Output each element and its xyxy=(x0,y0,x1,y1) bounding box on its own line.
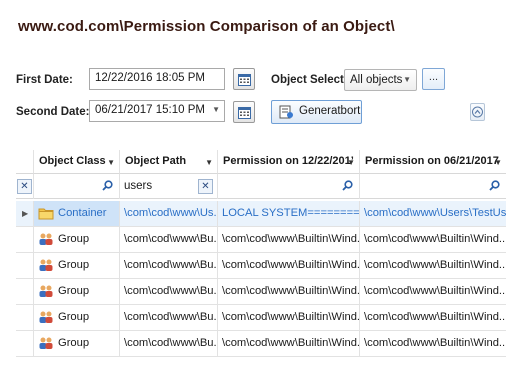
row-indicator xyxy=(16,279,34,304)
row-pointer-icon: ▶ xyxy=(22,209,29,218)
cell-permission-second[interactable]: \com\cod\www\Builtin\Wind... xyxy=(360,253,506,278)
clear-filter-button[interactable]: ✕ xyxy=(198,179,213,194)
cell-permission-second[interactable]: \com\cod\www\Builtin\Wind... xyxy=(360,227,506,252)
first-date-picker[interactable]: 12/22/2016 18:05 PM xyxy=(89,68,225,90)
clear-all-filters-button[interactable]: ✕ xyxy=(17,179,32,194)
filter-clear-cell: ✕ xyxy=(16,174,34,199)
cell-object-path[interactable]: \com\cod\www\Bu... xyxy=(120,305,218,330)
cell-permission-second[interactable]: \com\cod\www\Builtin\Wind... xyxy=(360,331,506,356)
filter-object-path[interactable]: users ✕ xyxy=(120,174,218,199)
cell-object-class[interactable]: Group xyxy=(34,279,120,304)
row-indicator: ▶ xyxy=(16,201,34,226)
row-indicator-header xyxy=(16,150,34,174)
chevron-down-icon[interactable]: ▼ xyxy=(494,158,502,167)
collapse-panel-button[interactable] xyxy=(470,103,485,121)
column-header-object-path[interactable]: Object Path ▼ xyxy=(120,150,218,174)
table-row[interactable]: Group \com\cod\www\Bu... \com\cod\www\Bu… xyxy=(16,331,506,357)
cell-object-path[interactable]: \com\cod\www\Us... xyxy=(120,201,218,226)
cell-object-class-text: Group xyxy=(58,233,90,245)
chevron-down-icon: ▼ xyxy=(403,75,411,84)
second-date-calendar-button[interactable] xyxy=(233,101,255,123)
row-indicator xyxy=(16,253,34,278)
cell-permission-second[interactable]: \com\cod\www\Users\TestUs... xyxy=(360,201,506,226)
cell-object-class[interactable]: Group xyxy=(34,227,120,252)
row-indicator xyxy=(16,331,34,356)
cell-object-class[interactable]: Container xyxy=(34,201,120,226)
cell-object-class-text: Group xyxy=(58,285,90,297)
chevron-up-icon xyxy=(472,106,483,118)
search-icon xyxy=(102,180,113,191)
object-select-value: All objects xyxy=(350,74,403,86)
cell-object-path[interactable]: \com\cod\www\Bu... xyxy=(120,279,218,304)
cell-permission-first[interactable]: \com\cod\www\Builtin\Wind... xyxy=(218,227,360,252)
first-date-calendar-button[interactable] xyxy=(233,68,255,90)
page-title: www.cod.com\Permission Comparison of an … xyxy=(18,18,395,35)
cell-permission-first[interactable]: LOCAL SYSTEM=============... xyxy=(218,201,360,226)
object-browse-button[interactable]: ... xyxy=(422,68,445,90)
cell-object-class[interactable]: Group xyxy=(34,331,120,356)
table-row[interactable]: Group \com\cod\www\Bu... \com\cod\www\Bu… xyxy=(16,279,506,305)
cell-permission-first[interactable]: \com\cod\www\Builtin\Wind... xyxy=(218,305,360,330)
filter-permission-first[interactable] xyxy=(218,174,360,199)
cell-object-class-text: Group xyxy=(58,311,90,323)
cell-object-path[interactable]: \com\cod\www\Bu... xyxy=(120,253,218,278)
second-date-value: 06/21/2017 15:10 PM xyxy=(95,104,205,116)
cell-permission-second[interactable]: \com\cod\www\Builtin\Wind... xyxy=(360,305,506,330)
column-header-object-class[interactable]: Object Class ▼ xyxy=(34,150,120,174)
cell-object-class-text: Container xyxy=(58,207,107,219)
object-select-label: Object Select xyxy=(271,74,344,86)
table-row[interactable]: Group \com\cod\www\Bu... \com\cod\www\Bu… xyxy=(16,253,506,279)
filter-permission-second[interactable] xyxy=(360,174,506,199)
search-icon xyxy=(342,180,353,191)
table-row[interactable]: Group \com\cod\www\Bu... \com\cod\www\Bu… xyxy=(16,227,506,253)
column-header-label: Permission on 06/21/2017 xyxy=(365,155,499,167)
first-date-value: 12/22/2016 18:05 PM xyxy=(95,72,205,84)
column-header-permission-first[interactable]: Permission on 12/22/201’ ▼ xyxy=(218,150,360,174)
cell-permission-second[interactable]: \com\cod\www\Builtin\Wind... xyxy=(360,279,506,304)
first-date-label: First Date: xyxy=(16,74,73,86)
filter-object-class[interactable] xyxy=(34,174,120,199)
generate-report-button[interactable]: Generatbort xyxy=(271,100,362,124)
report-icon xyxy=(279,105,293,119)
row-indicator xyxy=(16,305,34,330)
calendar-icon xyxy=(238,107,251,119)
cell-object-class[interactable]: Group xyxy=(34,253,120,278)
chevron-down-icon: ▼ xyxy=(212,105,220,114)
cell-permission-first[interactable]: \com\cod\www\Builtin\Wind... xyxy=(218,331,360,356)
filter-row: ✕ users ✕ xyxy=(16,174,506,199)
cell-permission-first[interactable]: \com\cod\www\Builtin\Wind... xyxy=(218,279,360,304)
folder-icon xyxy=(38,208,54,220)
chevron-down-icon[interactable]: ▼ xyxy=(205,158,213,167)
search-icon xyxy=(489,180,500,191)
group-icon xyxy=(39,285,53,297)
group-icon xyxy=(39,337,53,349)
cell-object-class-text: Group xyxy=(58,259,90,271)
chevron-down-icon[interactable]: ▼ xyxy=(107,158,115,167)
column-header-label: Object Path xyxy=(125,155,187,167)
group-icon xyxy=(39,233,53,245)
cell-object-class[interactable]: Group xyxy=(34,305,120,330)
calendar-icon xyxy=(238,74,251,86)
table-row[interactable]: ▶ Container \com\cod\www\Us... LOCAL SYS… xyxy=(16,201,506,227)
generate-report-label: Generatbort xyxy=(299,105,361,117)
column-header-label: Object Class xyxy=(39,155,106,167)
filter-object-path-value: users xyxy=(124,180,153,192)
group-icon xyxy=(39,259,53,271)
cell-permission-first[interactable]: \com\cod\www\Builtin\Wind... xyxy=(218,253,360,278)
cell-object-class-text: Group xyxy=(58,337,90,349)
cell-object-path[interactable]: \com\cod\www\Bu... xyxy=(120,227,218,252)
table-row[interactable]: Group \com\cod\www\Bu... \com\cod\www\Bu… xyxy=(16,305,506,331)
object-select-dropdown[interactable]: All objects ▼ xyxy=(344,69,417,91)
column-header-permission-second[interactable]: Permission on 06/21/2017 ▼ xyxy=(360,150,506,174)
chevron-down-icon[interactable]: ▼ xyxy=(347,158,355,167)
cell-object-path[interactable]: \com\cod\www\Bu... xyxy=(120,331,218,356)
row-indicator xyxy=(16,227,34,252)
second-date-label: Second Date: xyxy=(16,106,90,118)
second-date-picker[interactable]: 06/21/2017 15:10 PM ▼ xyxy=(89,100,225,122)
column-header-label: Permission on 12/22/201’ xyxy=(223,155,354,167)
group-icon xyxy=(39,311,53,323)
